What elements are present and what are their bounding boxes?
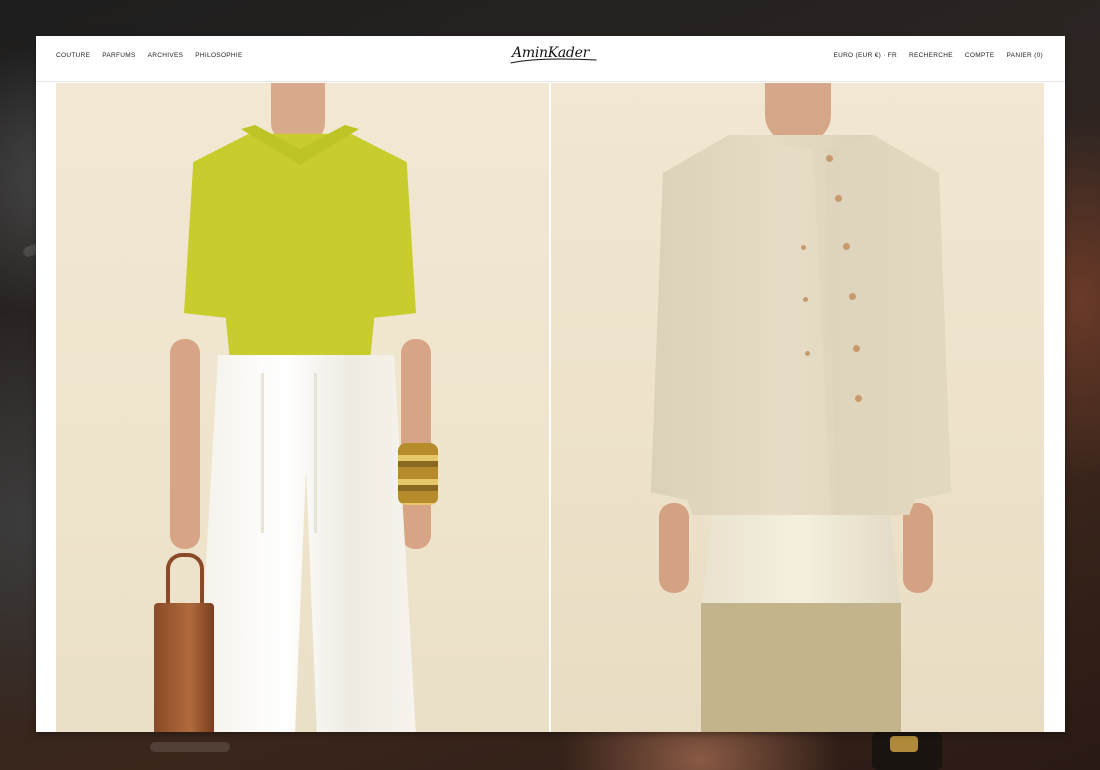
wristwatch [872,732,942,770]
nav-couture[interactable]: COUTURE [56,52,90,59]
nav-archives[interactable]: ARCHIVES [148,52,184,59]
site-header: COUTURE PARFUMS ARCHIVES PHILOSOPHIE Ami… [36,36,1065,82]
site-logo[interactable]: AminKader [509,45,597,64]
product-image-left[interactable] [56,83,549,732]
product-image-right[interactable] [551,83,1044,732]
cart-link[interactable]: PANIER (0) [1007,52,1043,59]
logo-underline-icon [509,58,597,64]
skirt [701,603,901,732]
nav-parfums[interactable]: PARFUMS [102,52,135,59]
leather-bag [154,603,214,732]
main-nav: COUTURE PARFUMS ARCHIVES PHILOSOPHIE [56,52,243,59]
product-gallery [56,83,1044,732]
search-link[interactable]: RECHERCHE [909,52,953,59]
account-link[interactable]: COMPTE [965,52,995,59]
nav-philosophie[interactable]: PHILOSOPHIE [195,52,242,59]
currency-language-selector[interactable]: EURO (EUR €) · FR [833,52,897,59]
website-window: COUTURE PARFUMS ARCHIVES PHILOSOPHIE Ami… [36,36,1065,732]
utility-nav: EURO (EUR €) · FR RECHERCHE COMPTE PANIE… [833,52,1043,59]
bangles [398,443,438,505]
